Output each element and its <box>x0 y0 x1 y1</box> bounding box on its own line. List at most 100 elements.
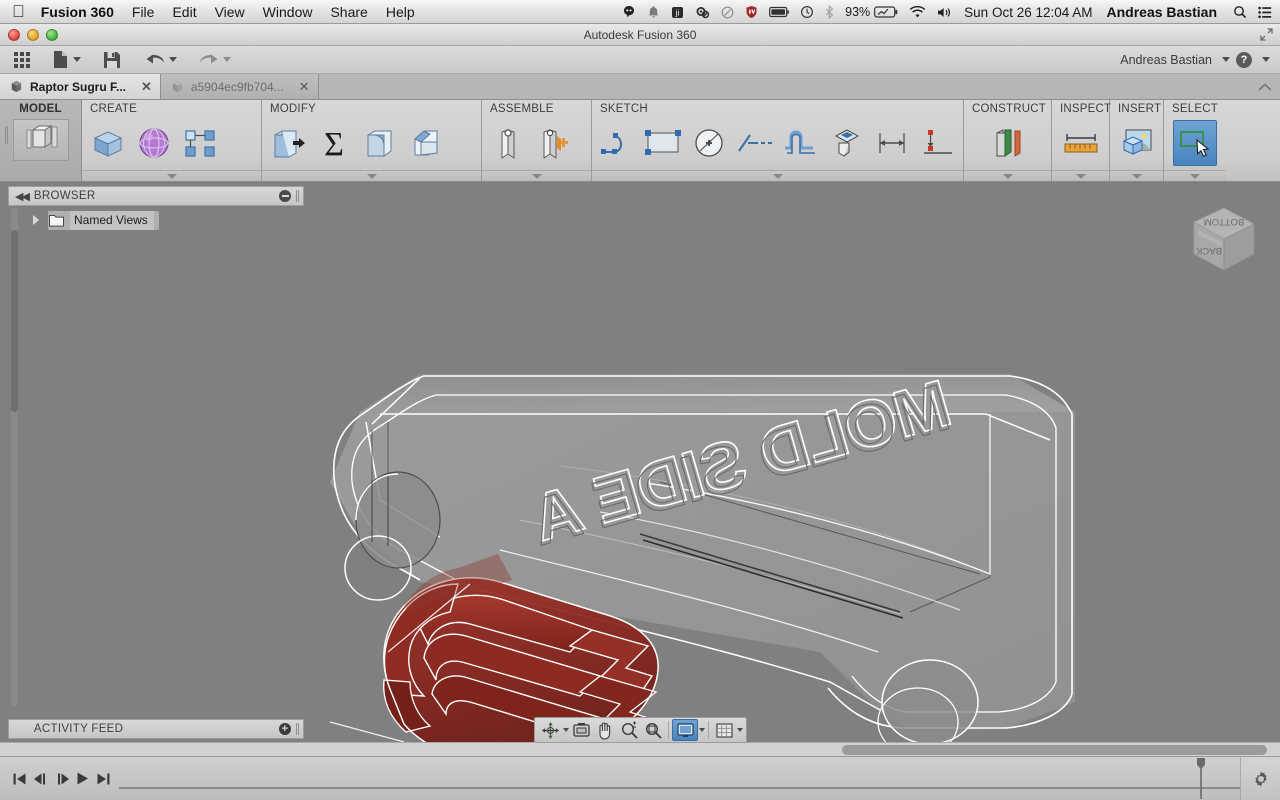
chevron-down-icon[interactable] <box>737 728 743 732</box>
pattern-tool[interactable] <box>178 120 222 166</box>
timeline-settings-gear-icon[interactable] <box>1240 757 1280 800</box>
macos-menu-view[interactable]: View <box>215 4 245 20</box>
step-back[interactable] <box>31 767 50 791</box>
line-tool[interactable] <box>596 120 640 166</box>
go-to-beginning[interactable] <box>10 767 29 791</box>
press-pull-tool[interactable] <box>266 120 310 166</box>
view-cube[interactable]: BOTTOM BACK <box>1172 190 1272 285</box>
macos-active-app-name[interactable]: Fusion 360 <box>41 4 114 20</box>
ribbon-group-expand[interactable] <box>262 170 481 181</box>
browser-tree-item-content[interactable]: Named Views <box>48 210 159 230</box>
combine-tool[interactable]: Σ <box>312 120 356 166</box>
minimize-panel-icon[interactable] <box>279 190 291 202</box>
box-tool[interactable] <box>86 120 130 166</box>
add-post-icon[interactable]: + <box>279 723 291 735</box>
timeline-marker[interactable] <box>1196 757 1206 800</box>
chevron-down-icon[interactable] <box>1262 57 1270 62</box>
browser-scrollbar-thumb[interactable] <box>11 230 18 412</box>
insert-tool[interactable] <box>1115 120 1159 166</box>
collapse-panel-icon[interactable]: ◀◀ <box>15 190 30 203</box>
search-icon[interactable] <box>1233 5 1247 19</box>
ribbon-group-expand[interactable] <box>82 170 261 181</box>
ribbon-group-expand[interactable] <box>964 170 1051 181</box>
timemachine-icon[interactable] <box>800 5 814 19</box>
account-name-label[interactable]: Andreas Bastian <box>1120 53 1212 67</box>
redo-button[interactable] <box>195 48 235 72</box>
panel-resize-grip[interactable] <box>296 723 299 735</box>
close-button[interactable] <box>8 29 20 41</box>
expand-arrow-icon[interactable] <box>33 215 39 225</box>
shell-tool[interactable] <box>358 120 402 166</box>
zoom-tool[interactable] <box>617 719 641 741</box>
shield-icon[interactable] <box>745 5 758 19</box>
step-forward[interactable] <box>52 767 71 791</box>
save-button[interactable] <box>99 48 125 72</box>
ribbon-group-expand[interactable] <box>1052 170 1109 181</box>
document-tab-active[interactable]: Raptor Sugru F... ✕ <box>0 74 161 99</box>
ribbon-group-expand[interactable] <box>592 170 963 181</box>
help-icon[interactable]: ? <box>1236 51 1252 68</box>
jira-icon[interactable]: ji <box>671 6 684 19</box>
browser-tree-item[interactable]: Named Views <box>30 208 304 232</box>
macos-menu-file[interactable]: File <box>132 4 155 20</box>
hangouts-icon[interactable] <box>622 5 636 19</box>
select-tool[interactable] <box>1173 119 1217 166</box>
as-built-joint-tool[interactable] <box>532 120 576 166</box>
construct-plane-tool[interactable] <box>986 120 1030 166</box>
close-tab-icon[interactable]: ✕ <box>133 79 152 95</box>
ribbon-group-expand[interactable] <box>1164 170 1226 181</box>
battery-icon[interactable] <box>874 6 898 18</box>
chevron-down-icon[interactable] <box>1222 57 1230 62</box>
macos-menu-share[interactable]: Share <box>330 4 367 20</box>
wifi-icon[interactable] <box>909 5 926 19</box>
fit-tool[interactable] <box>641 719 665 741</box>
undo-button[interactable] <box>141 48 181 72</box>
joint-tool[interactable] <box>486 120 530 166</box>
trim-tool[interactable] <box>733 120 777 166</box>
minimize-button[interactable] <box>27 29 39 41</box>
offset-tool[interactable] <box>779 120 823 166</box>
sphere-tool[interactable] <box>132 120 176 166</box>
chamfer-tool[interactable] <box>404 120 448 166</box>
volume-icon[interactable] <box>937 6 953 19</box>
chevron-down-icon[interactable] <box>699 728 705 732</box>
document-tab-inactive[interactable]: a5904ec9fb704... ✕ <box>160 74 319 99</box>
apple-logo-icon[interactable]:  <box>12 3 25 20</box>
look-at-tool[interactable] <box>569 719 593 741</box>
fullscreen-icon[interactable] <box>1260 28 1273 44</box>
macos-user-name[interactable]: Andreas Bastian <box>1107 4 1217 20</box>
show-data-panel-button[interactable] <box>10 48 34 72</box>
go-to-end[interactable] <box>94 767 113 791</box>
new-document-button[interactable] <box>48 48 85 72</box>
dropbox-check-icon[interactable] <box>721 6 734 19</box>
gear-badge-icon[interactable] <box>695 5 710 19</box>
constraint-tool[interactable] <box>915 120 959 166</box>
orbit-tool[interactable] <box>538 719 562 741</box>
battery-meter-icon[interactable] <box>769 6 789 18</box>
sketch-dimension-tool[interactable] <box>870 120 914 166</box>
macos-menu-help[interactable]: Help <box>386 4 415 20</box>
ribbon-group-expand[interactable] <box>1110 170 1163 181</box>
close-tab-icon[interactable]: ✕ <box>291 79 310 95</box>
collapse-ribbon-button[interactable] <box>1250 74 1280 99</box>
display-settings[interactable] <box>672 719 698 741</box>
scrollbar-thumb[interactable] <box>842 745 1267 755</box>
timeline-track[interactable] <box>119 757 1240 800</box>
panel-resize-grip[interactable] <box>296 190 299 202</box>
rectangle-tool[interactable] <box>642 120 686 166</box>
macos-menu-edit[interactable]: Edit <box>172 4 196 20</box>
bluetooth-icon[interactable] <box>825 5 834 19</box>
viewport-horizontal-scrollbar[interactable] <box>0 742 1280 756</box>
project-tool[interactable] <box>824 120 868 166</box>
play[interactable] <box>73 767 92 791</box>
measure-tool[interactable] <box>1059 120 1103 166</box>
bell-icon[interactable] <box>647 5 660 19</box>
notification-center-icon[interactable] <box>1258 6 1272 19</box>
circle-tool[interactable] <box>687 120 731 166</box>
macos-menu-window[interactable]: Window <box>263 4 313 20</box>
pan-tool[interactable] <box>593 719 617 741</box>
ribbon-group-expand[interactable] <box>482 170 591 181</box>
macos-clock[interactable]: Sun Oct 26 12:04 AM <box>964 5 1092 20</box>
zoom-button[interactable] <box>46 29 58 41</box>
grid-snaps-settings[interactable] <box>712 719 736 741</box>
